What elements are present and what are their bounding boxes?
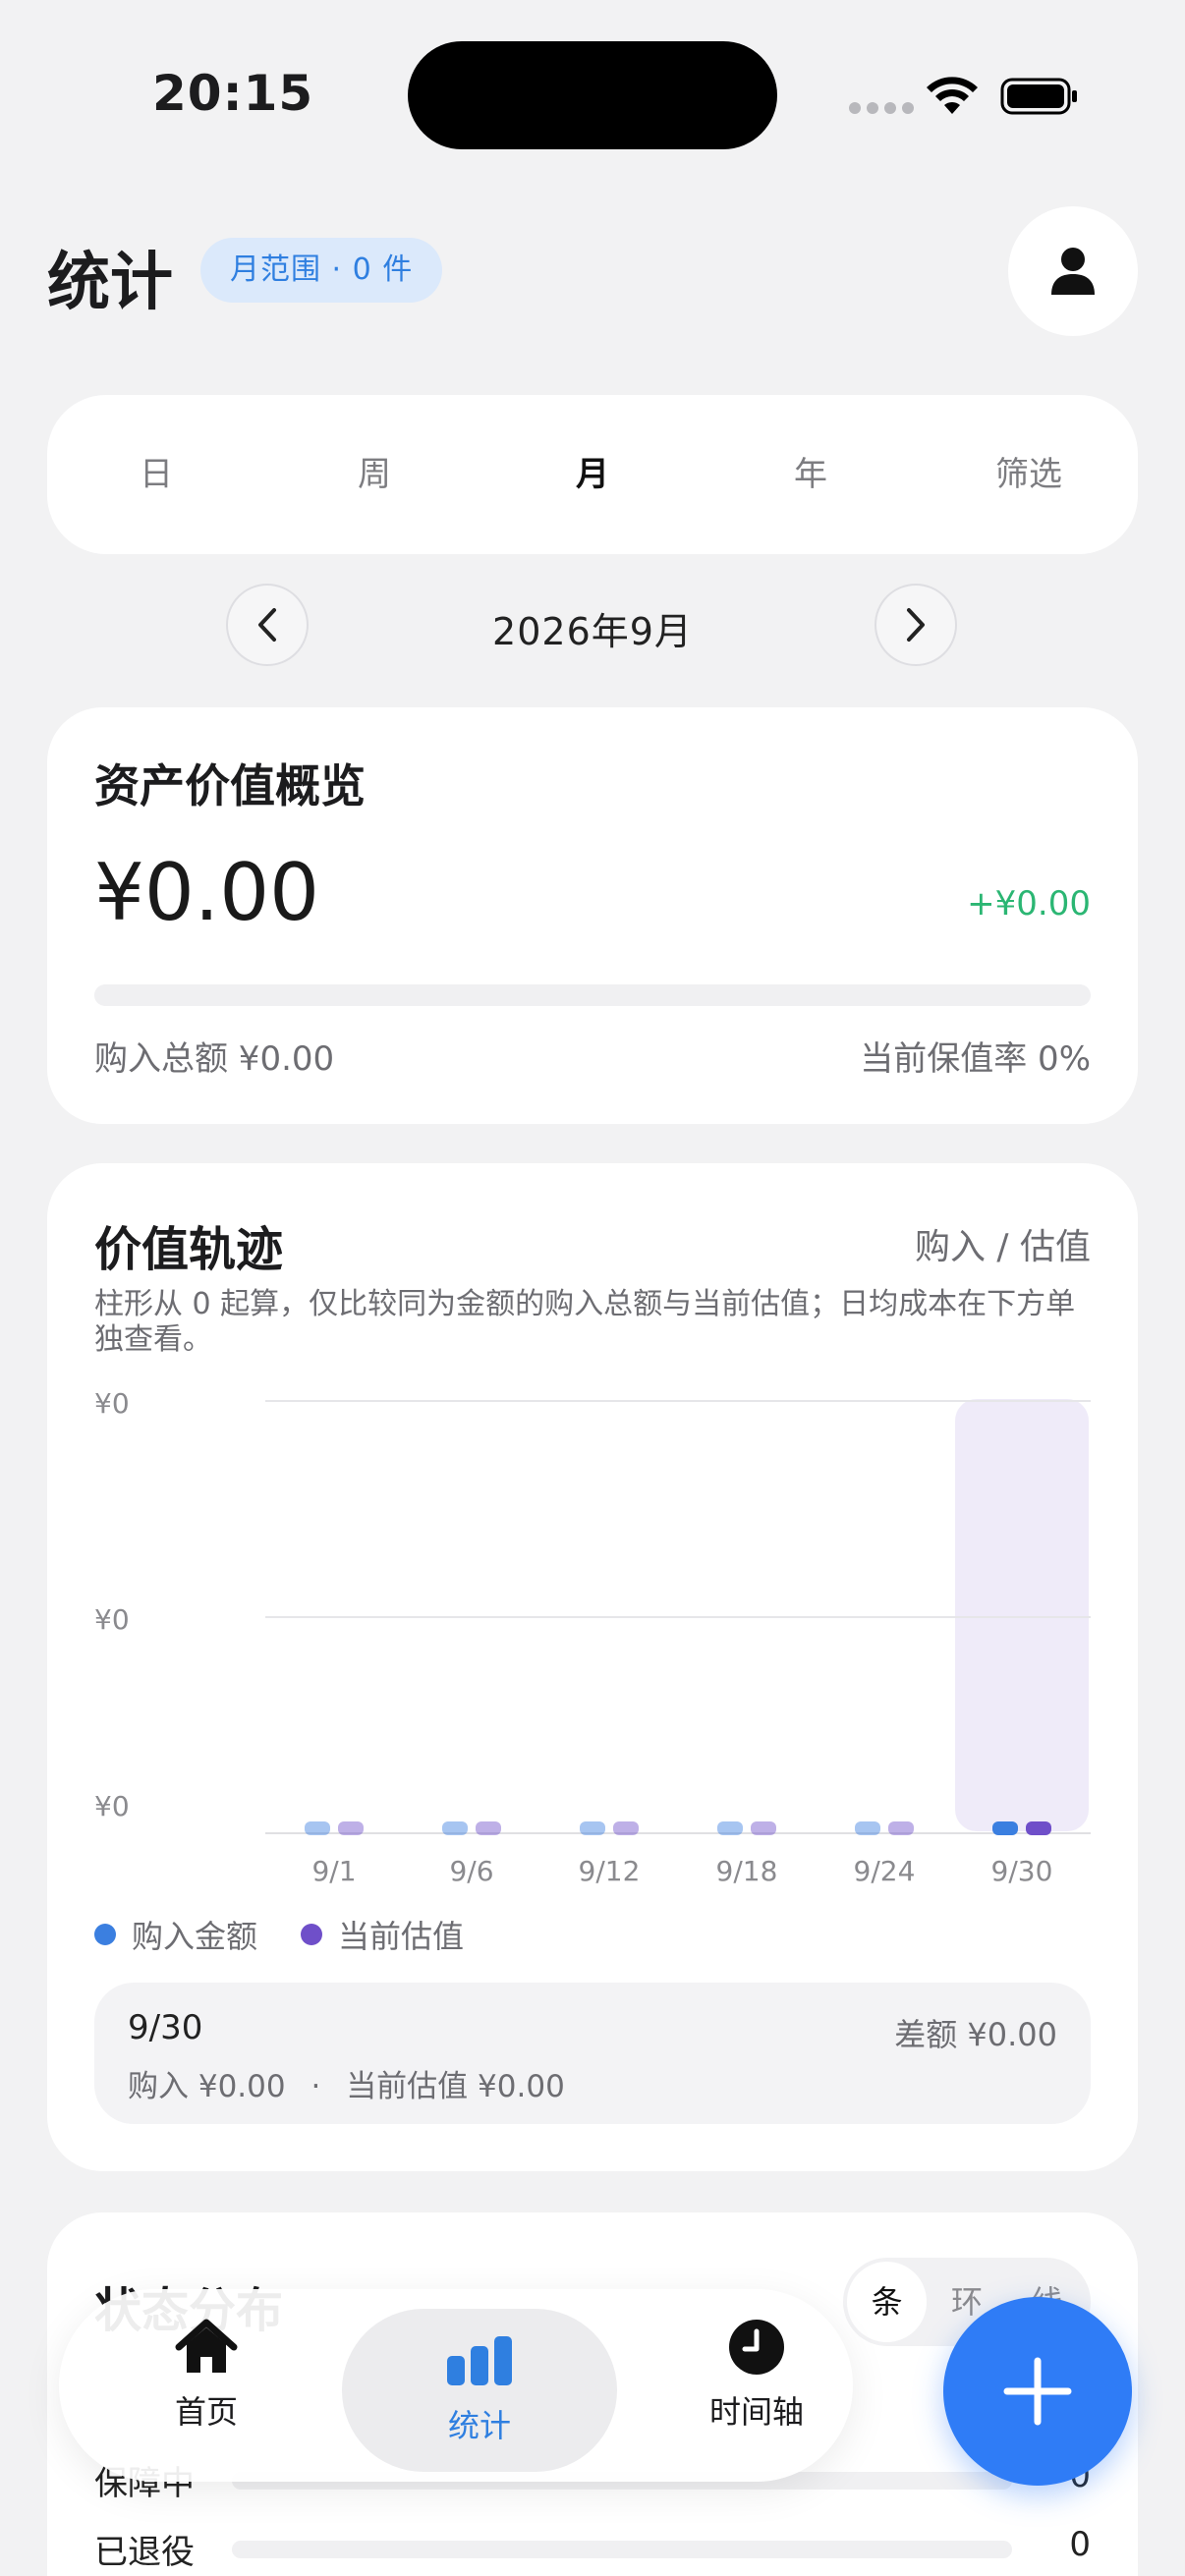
tab-stats[interactable]: 统计 <box>342 2309 617 2472</box>
tab-timeline[interactable]: 时间轴 <box>619 2313 894 2458</box>
home-icon <box>175 2319 238 2373</box>
add-button[interactable] <box>943 2297 1132 2486</box>
cellular-signal-icon <box>849 102 914 114</box>
valuation-bar <box>338 1821 364 1835</box>
purchase-total: 购入总额 ¥0.00 <box>94 1039 335 1079</box>
tab-month[interactable]: 月 <box>483 395 702 554</box>
status-row: 已退役 0 <box>94 2525 1091 2574</box>
selected-day-detail: 9/30 差额 ¥0.00 购入 ¥0.00 · 当前估值 ¥0.00 <box>94 1983 1091 2124</box>
detail-valuation: 当前估值 ¥0.00 <box>346 2069 565 2104</box>
x-tick-label: 9/30 <box>991 1855 1053 1887</box>
legend-purchase-dot <box>94 1924 116 1945</box>
valuation-bar <box>613 1821 639 1835</box>
detail-values: 购入 ¥0.00 · 当前估值 ¥0.00 <box>128 2061 565 2105</box>
overview-title: 资产价值概览 <box>94 759 366 812</box>
legend-valuation-label: 当前估值 <box>338 1918 465 1955</box>
y-tick-label: ¥0 <box>94 1790 130 1822</box>
next-period-button[interactable] <box>875 584 957 666</box>
tab-stats-label: 统计 <box>447 2407 511 2444</box>
chevron-right-icon <box>907 608 925 642</box>
legend-purchase-label: 购入金额 <box>132 1918 258 1955</box>
tab-filter[interactable]: 筛选 <box>920 395 1138 554</box>
profile-button[interactable] <box>1008 206 1138 336</box>
valuation-bar <box>888 1821 914 1835</box>
tab-home-label: 首页 <box>174 2393 238 2431</box>
valuation-bar <box>751 1821 776 1835</box>
period-label: 2026年9月 <box>492 610 693 653</box>
x-tick-label: 9/18 <box>716 1855 778 1887</box>
detail-date: 9/30 <box>128 2008 203 2047</box>
purchase-bar <box>305 1821 330 1835</box>
value-trend-chart: ¥0 ¥0 ¥0 9/1 9/6 9/12 9/18 9/24 9/30 <box>94 1387 1091 1887</box>
status-row-label: 已退役 <box>94 2533 195 2572</box>
retention-rate: 当前保值率 0% <box>860 1039 1091 1079</box>
legend-purchase: 购入金额 <box>94 1912 257 1957</box>
valuation-bar <box>476 1821 501 1835</box>
battery-icon <box>1000 78 1077 115</box>
status-row-value: 0 <box>1069 2525 1091 2564</box>
person-icon <box>1051 248 1095 295</box>
x-tick-label: 9/24 <box>854 1855 916 1887</box>
status-row-bar <box>232 2541 1012 2558</box>
value-trend-card: 价值轨迹 购入 / 估值 柱形从 0 起算，仅比较同为金额的购入总额与当前估值；… <box>47 1163 1138 2171</box>
purchase-bar <box>717 1821 743 1835</box>
retention-progress-bar <box>94 984 1091 1006</box>
period-tabs: 日 周 月 年 筛选 <box>47 395 1138 554</box>
valuation-bar <box>1026 1821 1051 1835</box>
tab-home[interactable]: 首页 <box>69 2313 344 2458</box>
legend-valuation-dot <box>301 1924 323 1945</box>
x-tick-label: 9/12 <box>579 1855 641 1887</box>
status-time: 20:15 <box>152 65 314 122</box>
dynamic-island <box>408 41 777 149</box>
chart-legend: 购入金额 当前估值 <box>94 1912 464 1957</box>
asset-overview-card: 资产价值概览 ¥0.00 +¥0.00 购入总额 ¥0.00 当前保值率 0% <box>47 707 1138 1124</box>
purchase-bar <box>992 1821 1018 1835</box>
detail-difference: 差额 ¥0.00 <box>894 2016 1057 2053</box>
tab-year[interactable]: 年 <box>702 395 920 554</box>
plus-icon <box>1003 2357 1072 2426</box>
clock-icon <box>729 2320 784 2375</box>
tab-timeline-label: 时间轴 <box>708 2393 804 2431</box>
y-tick-label: ¥0 <box>94 1387 130 1420</box>
page-title: 统计 <box>47 247 173 319</box>
legend-valuation: 当前估值 <box>301 1912 464 1957</box>
y-tick-label: ¥0 <box>94 1603 130 1636</box>
bar-chart-icon <box>447 2336 512 2385</box>
overview-change: +¥0.00 <box>967 884 1091 924</box>
wifi-icon <box>927 77 978 114</box>
purchase-bar <box>442 1821 468 1835</box>
x-tick-label: 9/1 <box>311 1855 356 1887</box>
tab-week[interactable]: 周 <box>265 395 483 554</box>
purchase-bar <box>580 1821 605 1835</box>
tab-day[interactable]: 日 <box>47 395 265 554</box>
x-tick-label: 9/6 <box>449 1855 493 1887</box>
purchase-bar <box>855 1821 880 1835</box>
bottom-tab-bar: 首页 统计 时间轴 <box>59 2289 853 2482</box>
overview-amount: ¥0.00 <box>94 847 320 938</box>
range-badge: 月范围 · 0 件 <box>200 238 443 303</box>
detail-purchase: 购入 ¥0.00 <box>128 2069 286 2104</box>
detail-separator: · <box>310 2069 321 2104</box>
selected-column-highlight <box>955 1399 1089 1831</box>
